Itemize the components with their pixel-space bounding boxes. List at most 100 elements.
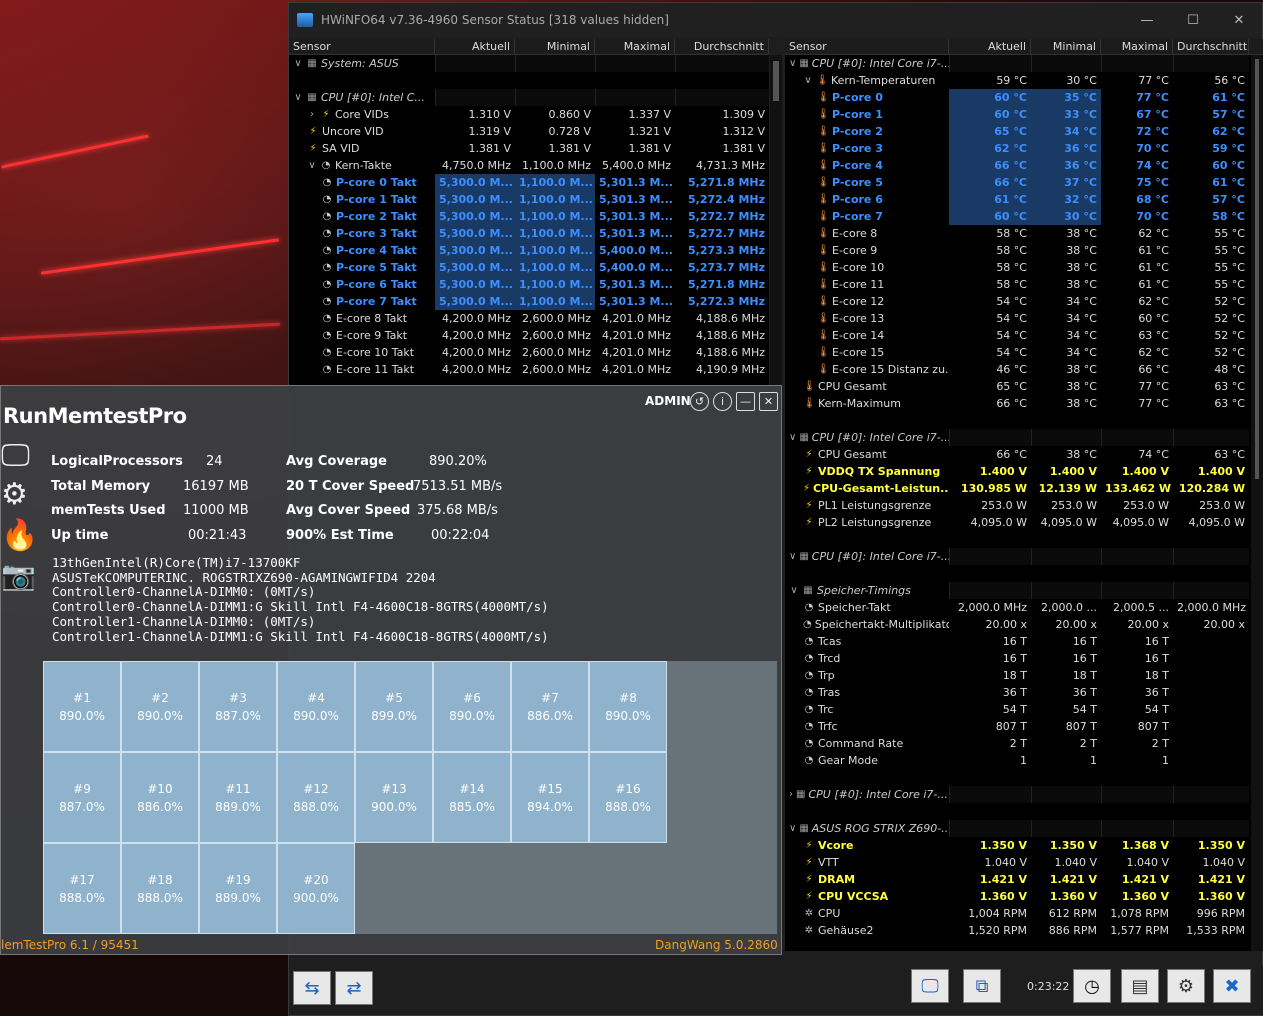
sensor-row[interactable]: ◔ P-core 6 Takt 5,300.0 M... 1,100.0 M... 5,…	[289, 276, 769, 293]
scroll-thumb[interactable]	[773, 61, 779, 101]
sensor-row[interactable]: ⚡ Vcore 1.350 V 1.350 V 1.368 V 1.350 V	[785, 837, 1263, 854]
left-scrollbar[interactable]	[770, 55, 782, 385]
sensor-group-row[interactable]: ∨ ▦ CPU [#0]: Intel Core i7-...	[785, 55, 1263, 72]
sensor-group-row[interactable]: ∨ ▦ CPU [#0]: Intel Core i7-...	[785, 548, 1263, 565]
thread-cell[interactable]: #5 899.0%	[355, 661, 433, 752]
right-scrollbar[interactable]	[1251, 55, 1263, 951]
history-button[interactable]: ↺	[690, 392, 709, 411]
thread-cell[interactable]: #16 888.0%	[589, 752, 667, 843]
sensor-row[interactable]: ◔ Trc 54 T 54 T 54 T	[785, 701, 1263, 718]
sensor-row[interactable]: 🌡 Kern-Maximum 66 °C 38 °C 77 °C 63 °C	[785, 395, 1263, 412]
thread-cell[interactable]: #10 886.0%	[121, 752, 199, 843]
settings-button[interactable]: ⚙	[1167, 969, 1205, 1003]
minimize-button[interactable]: —	[1124, 13, 1170, 28]
sensor-row[interactable]: 🌡 E-core 10 58 °C 38 °C 61 °C 55 °C	[785, 259, 1263, 276]
sensor-row[interactable]: ⚡ CPU-Gesamt-Leistun... 130.985 W 12.139 W 1…	[785, 480, 1263, 497]
col-avg[interactable]: Durchschnitt	[675, 39, 769, 54]
thread-cell[interactable]: #18 888.0%	[121, 843, 199, 934]
thread-cell[interactable]: #3 887.0%	[199, 661, 277, 752]
sensor-row[interactable]: ⚡ PL2 Leistungsgrenze 4,095.0 W 4,095.0 W 4,…	[785, 514, 1263, 531]
collapse-chevron-icon[interactable]: ∨	[789, 582, 799, 599]
sensor-group-row[interactable]: ∨ ▦ Speicher-Timings	[785, 582, 1263, 599]
collapse-chevron-icon[interactable]: ∨	[803, 72, 813, 89]
sensor-row[interactable]: 🌡 P-core 4 66 °C 36 °C 74 °C 60 °C	[785, 157, 1263, 174]
sensor-group-row[interactable]: ∨ ▦ CPU [#0]: Intel C...	[289, 89, 769, 106]
sensor-row[interactable]: ◔ Tras 36 T 36 T 36 T	[785, 684, 1263, 701]
thread-cell[interactable]: #11 889.0%	[199, 752, 277, 843]
thread-cell[interactable]: #19 889.0%	[199, 843, 277, 934]
thread-cell[interactable]: #4 890.0%	[277, 661, 355, 752]
scroll-thumb[interactable]	[1255, 59, 1259, 479]
thread-cell[interactable]: #7 886.0%	[511, 661, 589, 752]
sensor-row[interactable]: ◔ Trp 18 T 18 T 18 T	[785, 667, 1263, 684]
collapse-button[interactable]: ⇄	[335, 971, 373, 1005]
sensor-row[interactable]: ◔ P-core 4 Takt 5,300.0 M... 1,100.0 M... 5,…	[289, 242, 769, 259]
sensor-row[interactable]: ◔ E-core 8 Takt 4,200.0 MHz 2,600.0 MHz 4,20…	[289, 310, 769, 327]
thread-cell[interactable]: #14 885.0%	[433, 752, 511, 843]
collapse-chevron-icon[interactable]: ∨	[789, 55, 796, 72]
monitor-button[interactable]: 🖵	[911, 969, 949, 1003]
sensor-row[interactable]: ◔ P-core 7 Takt 5,300.0 M... 1,100.0 M... 5,…	[289, 293, 769, 310]
sensor-row[interactable]: 🌡 P-core 1 60 °C 33 °C 67 °C 57 °C	[785, 106, 1263, 123]
thread-cell[interactable]: #13 900.0%	[355, 752, 433, 843]
collapse-chevron-icon[interactable]: ∨	[789, 429, 796, 446]
collapse-chevron-icon[interactable]: ∨	[293, 89, 303, 106]
sensor-row[interactable]: ⚡ VDDQ TX Spannung 1.400 V 1.400 V 1.400 V 1.…	[785, 463, 1263, 480]
sensor-row[interactable]: ◔ P-core 0 Takt 5,300.0 M... 1,100.0 M... 5,…	[289, 174, 769, 191]
thread-cell[interactable]: #6 890.0%	[433, 661, 511, 752]
expand-chevron-icon[interactable]: ›	[789, 786, 793, 803]
sensor-panel-left[interactable]: Sensor Aktuell Minimal Maximal Durchschn…	[289, 39, 769, 385]
col-current[interactable]: Aktuell	[435, 39, 515, 54]
sensor-row[interactable]: ⚡ VTT 1.040 V 1.040 V 1.040 V 1.040 V	[785, 854, 1263, 871]
sensor-row[interactable]: ◔ P-core 1 Takt 5,300.0 M... 1,100.0 M... 5,…	[289, 191, 769, 208]
network-button[interactable]: ⧉	[963, 969, 1001, 1003]
sensor-row[interactable]: 🌡 E-core 15 54 °C 34 °C 62 °C 52 °C	[785, 344, 1263, 361]
col-avg[interactable]: Durchschnitt	[1173, 39, 1249, 54]
clock-reset-button[interactable]: ◷	[1073, 969, 1111, 1003]
sensor-row[interactable]: 🌡 E-core 15 Distanz zu... 46 °C 38 °C 66 °C 4…	[785, 361, 1263, 378]
sensor-row[interactable]: ◔ Speicher-Takt 2,000.0 MHz 2,000.0 ... 2,00…	[785, 599, 1263, 616]
collapse-chevron-icon[interactable]: ∨	[293, 55, 303, 72]
burn-test-icon[interactable]: 🔥	[1, 521, 38, 551]
sensor-row[interactable]: ✲ Gehäuse2 1,520 RPM 886 RPM 1,577 RPM 1,533 …	[785, 922, 1263, 939]
col-max[interactable]: Maximal	[595, 39, 675, 54]
sensor-row[interactable]: 🌡 P-core 7 60 °C 30 °C 70 °C 58 °C	[785, 208, 1263, 225]
sensor-row[interactable]: ✲ CPU 1,004 RPM 612 RPM 1,078 RPM 996 RPM	[785, 905, 1263, 922]
sensor-row[interactable]: ◔ P-core 5 Takt 5,300.0 M... 1,100.0 M... 5,…	[289, 259, 769, 276]
sensor-row[interactable]: ◔ Speichertakt-Multiplikator 20.00 x 20.00 …	[785, 616, 1263, 633]
sensor-row[interactable]: ◔ Gear Mode 1 1 1	[785, 752, 1263, 769]
collapse-chevron-icon[interactable]: ∨	[789, 548, 796, 565]
col-min[interactable]: Minimal	[515, 39, 595, 54]
sensor-row[interactable]: ⚡ CPU VCCSA 1.360 V 1.360 V 1.360 V 1.360 V	[785, 888, 1263, 905]
sensor-row[interactable]: 🌡 E-core 13 54 °C 34 °C 60 °C 52 °C	[785, 310, 1263, 327]
exit-button[interactable]: ✖	[1213, 969, 1251, 1003]
thread-cell[interactable]: #12 888.0%	[277, 752, 355, 843]
col-min[interactable]: Minimal	[1031, 39, 1101, 54]
thread-cell[interactable]: #1 890.0%	[43, 661, 121, 752]
sensor-group-row[interactable]: ∨ ▦ CPU [#0]: Intel Core i7-...	[785, 429, 1263, 446]
sensor-row[interactable]: ◔ P-core 3 Takt 5,300.0 M... 1,100.0 M... 5,…	[289, 225, 769, 242]
col-max[interactable]: Maximal	[1101, 39, 1173, 54]
thread-cell[interactable]: #20 900.0%	[277, 843, 355, 934]
info-button[interactable]: i	[713, 392, 732, 411]
thread-cell[interactable]: #9 887.0%	[43, 752, 121, 843]
sensor-row[interactable]: › ⚡ Core VIDs 1.310 V 0.860 V 1.337 V 1.309 V	[289, 106, 769, 123]
sensor-row[interactable]: 🌡 P-core 2 65 °C 34 °C 72 °C 62 °C	[785, 123, 1263, 140]
sensor-row[interactable]: ⚡ Uncore VID 1.319 V 0.728 V 1.321 V 1.312 V	[289, 123, 769, 140]
sensor-row[interactable]: ◔ Command Rate 2 T 2 T 2 T	[785, 735, 1263, 752]
sensor-row[interactable]: 🌡 E-core 9 58 °C 38 °C 61 °C 55 °C	[785, 242, 1263, 259]
sensor-row[interactable]: ⚡ CPU Gesamt 66 °C 38 °C 74 °C 63 °C	[785, 446, 1263, 463]
sensor-row[interactable]: 🌡 P-core 0 60 °C 35 °C 77 °C 61 °C	[785, 89, 1263, 106]
hwinfo-titlebar[interactable]: HWiNFO64 v7.36-4960 Sensor Status [318 v…	[289, 3, 1262, 37]
col-sensor[interactable]: Sensor	[289, 39, 435, 54]
sensor-row[interactable]: ◔ E-core 9 Takt 4,200.0 MHz 2,600.0 MHz 4,20…	[289, 327, 769, 344]
sensor-row[interactable]: ◔ E-core 11 Takt 4,200.0 MHz 2,600.0 MHz 4,2…	[289, 361, 769, 378]
collapse-chevron-icon[interactable]: ∨	[789, 820, 796, 837]
thread-cell[interactable]: #8 890.0%	[589, 661, 667, 752]
report-button[interactable]: ▤	[1121, 969, 1159, 1003]
sensor-row[interactable]: 🌡 E-core 14 54 °C 34 °C 63 °C 52 °C	[785, 327, 1263, 344]
thread-cell[interactable]: #2 890.0%	[121, 661, 199, 752]
sensor-panel-right[interactable]: Sensor Aktuell Minimal Maximal Durchschn…	[785, 39, 1263, 951]
sensor-row[interactable]: ⚡ PL1 Leistungsgrenze 253.0 W 253.0 W 253.0 …	[785, 497, 1263, 514]
sensor-row[interactable]: ◔ P-core 2 Takt 5,300.0 M... 1,100.0 M... 5,…	[289, 208, 769, 225]
